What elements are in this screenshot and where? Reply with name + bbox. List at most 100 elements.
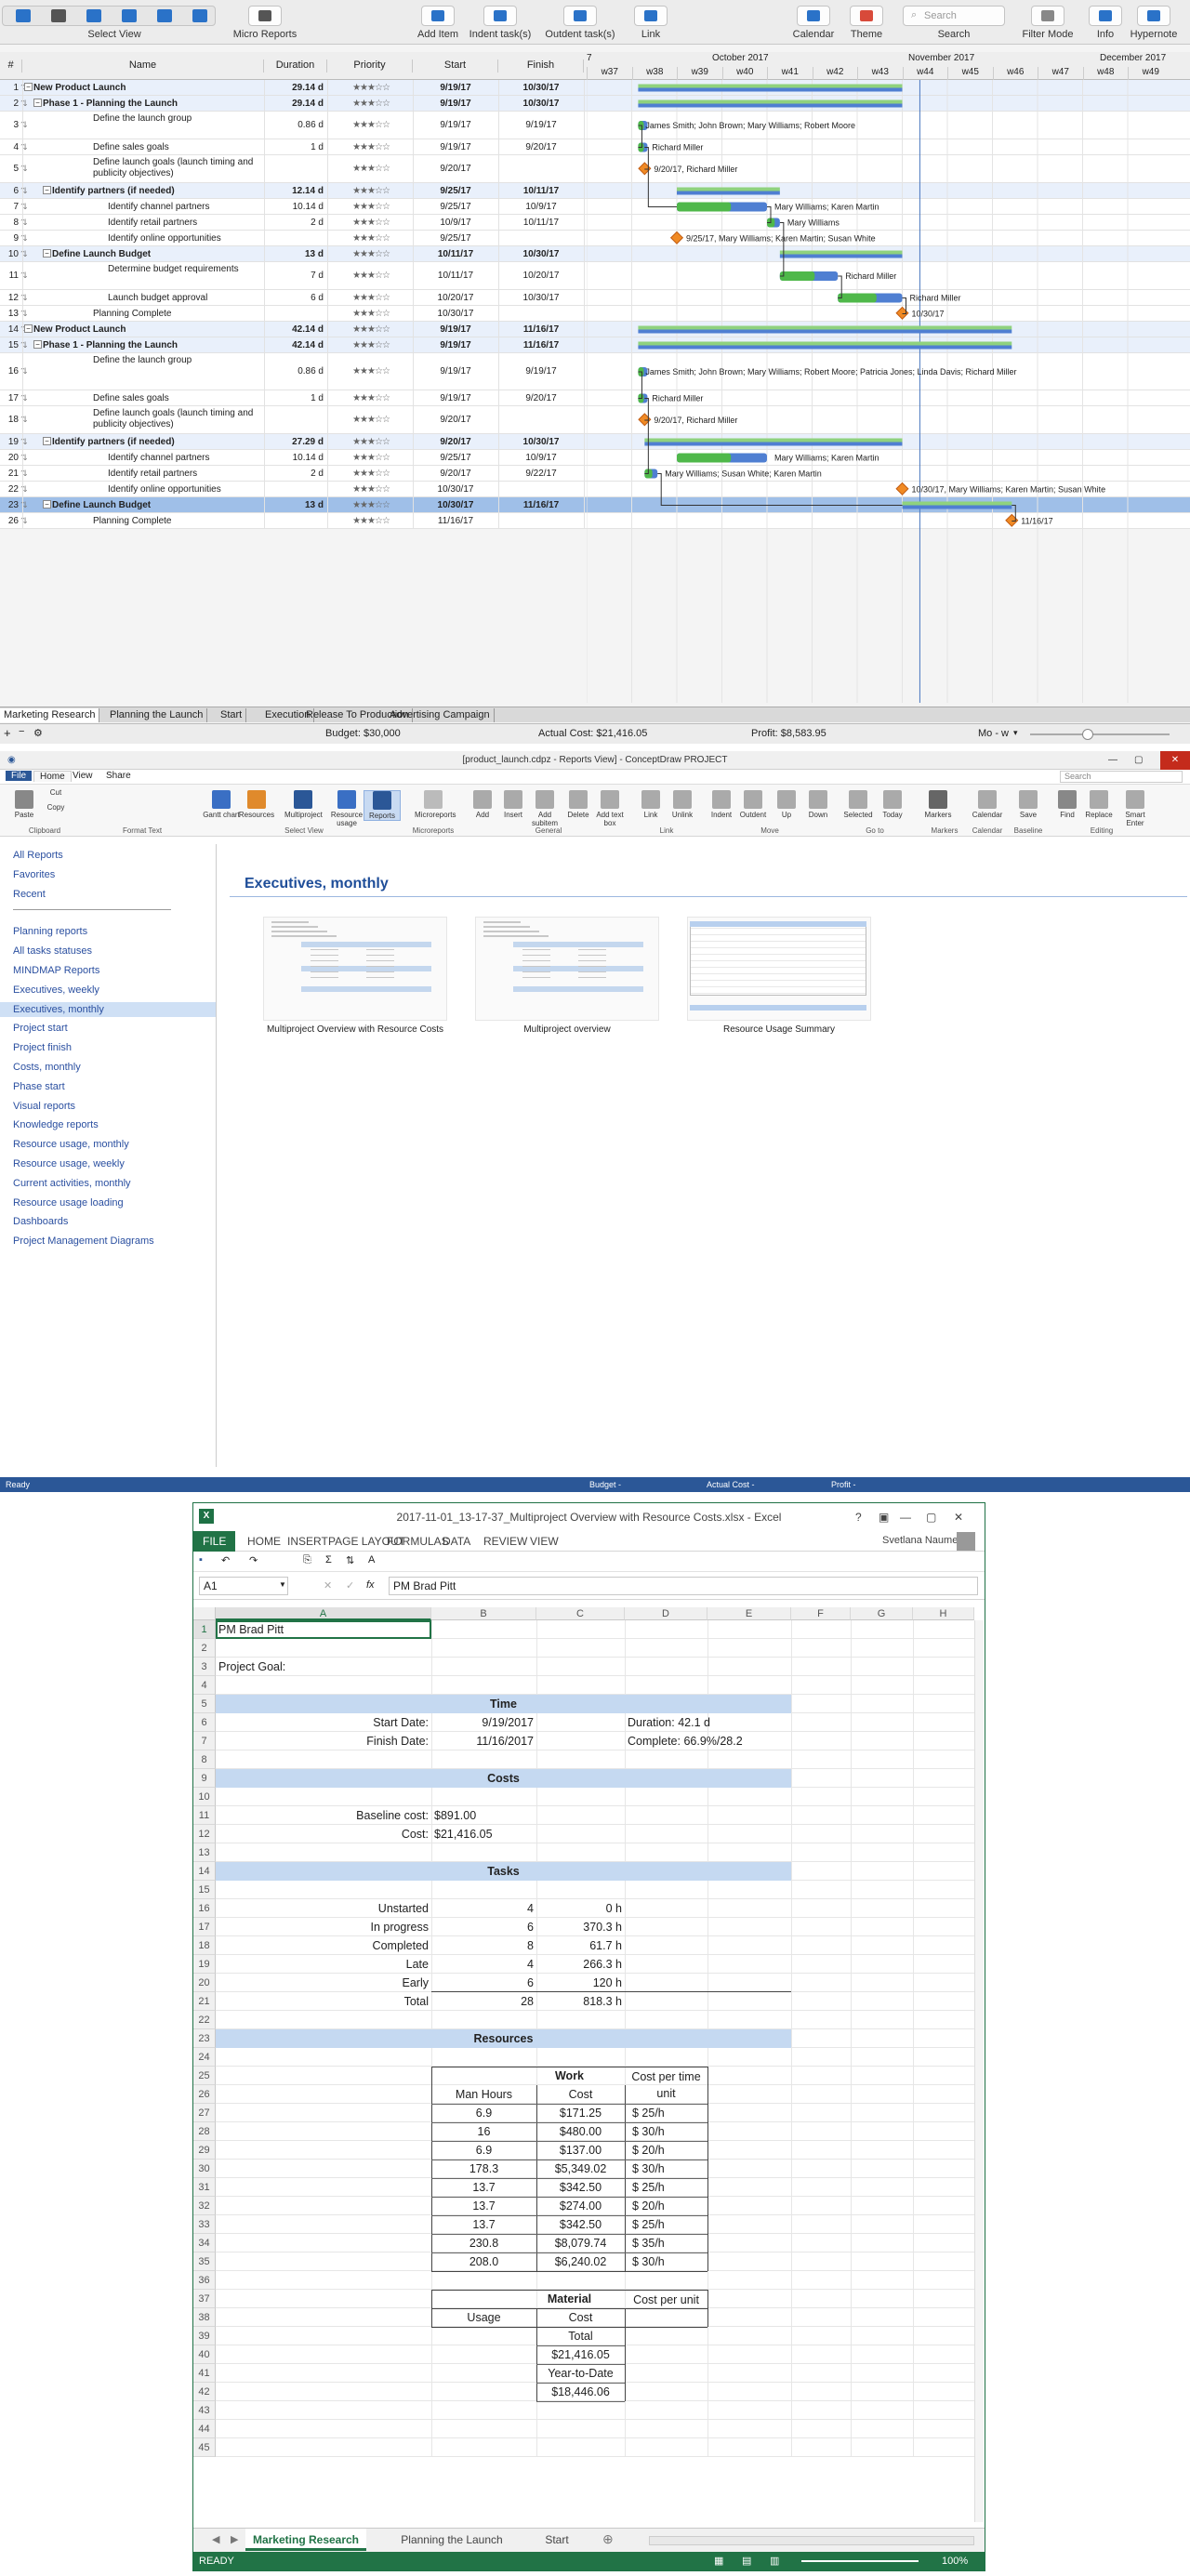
toolbar-button-6[interactable] <box>797 6 830 26</box>
redo-icon[interactable]: ↷ <box>249 1554 258 1566</box>
task-name[interactable]: Identify channel partners <box>108 453 257 464</box>
zoom-slider[interactable] <box>801 2560 919 2562</box>
row-header[interactable]: 32 <box>193 2197 216 2215</box>
task-finish[interactable]: 9/19/17 <box>498 120 584 130</box>
task-finish[interactable]: 10/11/17 <box>498 186 584 196</box>
task-status-hours[interactable]: 266.3 h <box>536 1955 625 1974</box>
ribbon-tab[interactable]: FORMULAS <box>387 1535 449 1548</box>
ribbon-button-1[interactable]: Cut <box>37 788 74 797</box>
column-header[interactable]: F <box>791 1607 851 1620</box>
task-start[interactable]: 9/25/17 <box>413 202 498 212</box>
view-icon[interactable] <box>157 9 172 22</box>
task-finish[interactable]: 11/16/17 <box>498 324 584 335</box>
row-header[interactable]: 37 <box>193 2290 216 2308</box>
report-thumbnail[interactable] <box>475 917 659 1021</box>
work-rate[interactable]: $ 20/h <box>625 2197 707 2215</box>
row-header[interactable]: 16 <box>193 1899 216 1918</box>
row-header[interactable]: 40 <box>193 2345 216 2364</box>
task-duration[interactable]: 27.29 d <box>264 437 327 447</box>
task-start[interactable]: 9/20/17 <box>413 164 498 174</box>
menu-tab[interactable]: View <box>67 771 99 781</box>
task-name[interactable]: Define sales goals <box>93 393 257 404</box>
zoom-slider-thumb[interactable] <box>1082 729 1093 740</box>
column-header[interactable]: D <box>625 1607 707 1620</box>
ribbon-button-27[interactable]: Smart Enter <box>1117 790 1154 827</box>
ribbon-button-20[interactable]: Selected <box>840 790 877 819</box>
ribbon-button-4[interactable]: Resources <box>238 790 275 819</box>
work-man-hours[interactable]: 13.7 <box>431 2197 536 2215</box>
ribbon-button-24[interactable]: Save <box>1010 790 1047 819</box>
baseline-cost-value[interactable]: $891.00 <box>431 1806 536 1825</box>
work-cost[interactable]: $342.50 <box>536 2215 625 2234</box>
task-start[interactable]: 9/19/17 <box>413 393 498 403</box>
work-cost[interactable]: $342.50 <box>536 2178 625 2197</box>
row-header[interactable]: 35 <box>193 2252 216 2271</box>
task-duration[interactable]: 29.14 d <box>264 99 327 109</box>
task-duration[interactable]: 42.14 d <box>264 340 327 350</box>
work-man-hours[interactable]: 6.9 <box>431 2141 536 2160</box>
row-header[interactable]: 41 <box>193 2364 216 2383</box>
task-name[interactable]: Define Launch Budget <box>52 500 257 511</box>
sum-icon[interactable]: Σ <box>325 1554 332 1565</box>
ribbon-button-21[interactable]: Today <box>874 790 911 819</box>
ribbon-button-5[interactable]: Multiproject <box>284 790 323 819</box>
priority-stars[interactable]: ★★★☆☆ <box>329 202 413 212</box>
task-start[interactable]: 9/19/17 <box>413 83 498 93</box>
task-start[interactable]: 10/20/17 <box>413 293 498 303</box>
toolbar-button-2[interactable] <box>421 6 455 26</box>
row-header[interactable]: 45 <box>193 2438 216 2457</box>
task-start[interactable]: 10/30/17 <box>413 500 498 510</box>
toolbar-button-5[interactable] <box>634 6 668 26</box>
priority-stars[interactable]: ★★★☆☆ <box>329 218 413 228</box>
sheet-tab[interactable]: Planning the Launch <box>106 708 208 722</box>
collapse-toggle[interactable]: − <box>24 82 33 91</box>
sheet-tab[interactable]: Advertising Campaign <box>386 708 495 722</box>
priority-stars[interactable]: ★★★☆☆ <box>329 164 413 174</box>
task-status-hours[interactable]: 818.3 h <box>536 1992 625 2011</box>
row-header[interactable]: 22 <box>193 2011 216 2029</box>
sidebar-item[interactable]: Project start <box>13 1021 68 1036</box>
sidebar-item[interactable]: Phase start <box>13 1079 65 1094</box>
ribbon-button-17[interactable]: Outdent <box>734 790 772 819</box>
task-status-label[interactable]: In progress <box>216 1918 431 1936</box>
ribbon-tab[interactable]: INSERT <box>287 1535 328 1548</box>
task-status-label[interactable]: Late <box>216 1955 431 1974</box>
task-duration[interactable]: 10.14 d <box>264 453 327 463</box>
column-header[interactable]: A <box>216 1607 431 1620</box>
ytd-value[interactable]: $18,446.06 <box>536 2383 625 2401</box>
work-cost[interactable]: $480.00 <box>536 2122 625 2141</box>
duration-value[interactable]: Duration: 42.1 d <box>625 1713 792 1732</box>
task-name[interactable]: Define sales goals <box>93 142 257 153</box>
priority-stars[interactable]: ★★★☆☆ <box>329 120 413 130</box>
column-header[interactable]: G <box>851 1607 913 1620</box>
priority-stars[interactable]: ★★★☆☆ <box>329 366 413 376</box>
priority-stars[interactable]: ★★★☆☆ <box>329 500 413 510</box>
task-start[interactable]: 9/20/17 <box>413 415 498 425</box>
row-header[interactable]: 36 <box>193 2271 216 2290</box>
menu-tab[interactable]: Home <box>33 771 72 782</box>
row-header[interactable]: 12 <box>193 1825 216 1843</box>
task-status-count[interactable]: 4 <box>431 1955 536 1974</box>
view-icon[interactable] <box>122 9 137 22</box>
task-start[interactable]: 10/11/17 <box>413 249 498 259</box>
cell-a1[interactable]: PM Brad Pitt <box>216 1620 431 1639</box>
sidebar-item[interactable]: Project finish <box>13 1040 72 1055</box>
priority-stars[interactable]: ★★★☆☆ <box>329 415 413 425</box>
task-duration[interactable]: 13 d <box>264 249 327 259</box>
toolbar-button-10[interactable] <box>1089 6 1122 26</box>
toolbar-button-8[interactable]: ⌕ Search <box>903 6 1005 26</box>
add-sheet-icon[interactable]: ⊕ <box>602 2531 614 2547</box>
task-name[interactable]: Identify online opportunities <box>108 484 257 495</box>
row-header[interactable]: 25 <box>193 2067 216 2085</box>
ribbon-tab[interactable]: REVIEW <box>483 1535 527 1548</box>
work-rate[interactable]: $ 30/h <box>625 2252 707 2271</box>
work-cost[interactable]: $8,079.74 <box>536 2234 625 2252</box>
task-name[interactable]: Determine budget requirements <box>108 264 257 275</box>
task-status-hours[interactable]: 120 h <box>536 1974 625 1992</box>
row-header[interactable]: 20 <box>193 1974 216 1992</box>
undo-icon[interactable]: ↶ <box>221 1554 230 1566</box>
task-finish[interactable]: 10/9/17 <box>498 453 584 463</box>
task-name[interactable]: Define launch goals (launch timing and p… <box>93 408 257 430</box>
copy-icon[interactable]: ⎘ <box>303 1554 311 1566</box>
sidebar-item[interactable]: Favorites <box>13 867 55 882</box>
